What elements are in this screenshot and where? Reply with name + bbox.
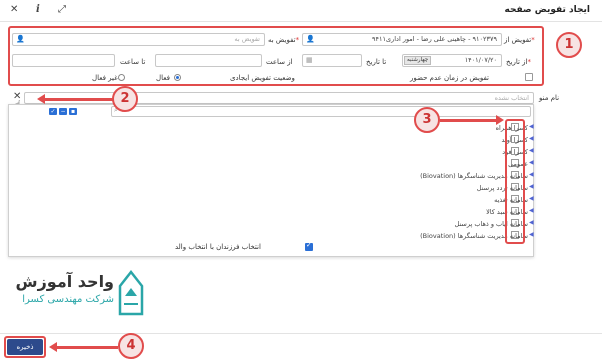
- to-user-select[interactable]: 👤 تفویض به: [12, 33, 265, 46]
- from-user-value: ۹۱۰۲۳۷۹ - چاهینی علی رضا - امور اداری۹۴۱…: [372, 35, 497, 43]
- tree-expand-icon[interactable]: ◀: [529, 159, 534, 166]
- user-icon: 👤: [306, 35, 315, 43]
- from-time-label: از ساعت: [266, 58, 293, 66]
- from-date-label: *از تاریخ: [506, 58, 531, 66]
- tree-expand-icon[interactable]: ◀: [529, 147, 534, 154]
- to-date-field[interactable]: ▦: [302, 54, 362, 67]
- status-active-radio[interactable]: [174, 74, 181, 81]
- close-icon[interactable]: ✕: [10, 4, 18, 16]
- brand-sub: شرکت مهندسی کسرا: [22, 294, 114, 305]
- select-children-label: انتخاب فرزندان با انتخاب والد: [175, 243, 261, 251]
- status-inactive-radio[interactable]: [118, 74, 125, 81]
- tree-expand-icon[interactable]: ◀: [529, 195, 534, 202]
- user-icon: 👤: [16, 35, 25, 43]
- status-active-label: فعال: [156, 74, 170, 82]
- menu-placeholder: انتخاب نشده: [494, 94, 529, 102]
- tree-filter-input[interactable]: [111, 106, 531, 117]
- info-icon[interactable]: i: [36, 4, 40, 16]
- branding-logo: واحد آموزش شرکت مهندسی کسرا: [14, 270, 144, 326]
- annotation-badge-3: 3: [414, 107, 440, 133]
- arrow-2-line: [44, 98, 114, 101]
- to-date-label: تا تاریخ: [366, 58, 387, 66]
- weekday-chip: چهارشنبه: [404, 56, 432, 65]
- from-time-field[interactable]: [155, 54, 262, 67]
- to-user-placeholder: تفویض به: [234, 35, 260, 43]
- arrow-3-line: [440, 119, 496, 122]
- save-button[interactable]: ذخیره: [7, 339, 43, 355]
- menu-name-label: نام منو: [539, 94, 560, 102]
- to-user-label: *تفویض به: [268, 36, 300, 44]
- window-title: ایجاد تفویض صفحه: [504, 5, 591, 15]
- from-user-label: *تفویض از: [504, 36, 535, 44]
- arrow-3-head: [496, 115, 504, 125]
- expand-icon[interactable]: ⤢: [58, 4, 66, 16]
- tree-expand-icon[interactable]: ◀: [529, 183, 534, 190]
- tree-expand-icon[interactable]: ◀: [529, 135, 534, 142]
- title-bar: ایجاد تفویض صفحه ✕ i ⤢: [0, 0, 602, 22]
- from-user-select[interactable]: 👤 ۹۱۰۲۳۷۹ - چاهینی علی رضا - امور اداری۹…: [302, 33, 502, 46]
- annotation-badge-4: 4: [118, 333, 144, 359]
- arrow-4-head: [49, 342, 57, 352]
- annotation-badge-1: 1: [556, 32, 582, 58]
- pencil-logo-icon: [118, 270, 144, 316]
- arrow-4-line: [56, 346, 118, 349]
- status-inactive-label: غیر فعال: [92, 74, 118, 82]
- to-time-field[interactable]: [12, 54, 115, 67]
- uncheck-all-button[interactable]: −: [59, 108, 67, 115]
- collapse-all-button[interactable]: ▪: [69, 108, 77, 115]
- tree-expand-icon[interactable]: ◀: [529, 207, 534, 214]
- status-label: وضعیت تفویض ایجادی: [230, 74, 295, 82]
- absence-checkbox-label: تفویض در زمان عدم حضور: [410, 74, 490, 82]
- annotation-badge-2: 2: [112, 86, 138, 112]
- tree-expand-icon[interactable]: ◀: [529, 123, 534, 130]
- footer-divider: [0, 333, 602, 334]
- to-time-label: تا ساعت: [120, 58, 146, 66]
- tree-expand-icon[interactable]: ◀: [529, 219, 534, 226]
- tree-expand-icon[interactable]: ◀: [529, 231, 534, 238]
- tree-checkbox-highlight: [505, 119, 525, 244]
- arrow-2-head: [37, 94, 45, 104]
- from-date-value: ۱۴۰۱/۰۷/۲۰: [464, 56, 497, 64]
- select-children-checkbox[interactable]: [305, 241, 313, 251]
- absence-checkbox[interactable]: [525, 73, 533, 81]
- tree-expand-icon[interactable]: ◀: [529, 171, 534, 178]
- calendar-icon: ▦: [306, 56, 313, 64]
- check-all-button[interactable]: ✓: [49, 108, 57, 115]
- brand-name: واحد آموزش: [15, 272, 114, 291]
